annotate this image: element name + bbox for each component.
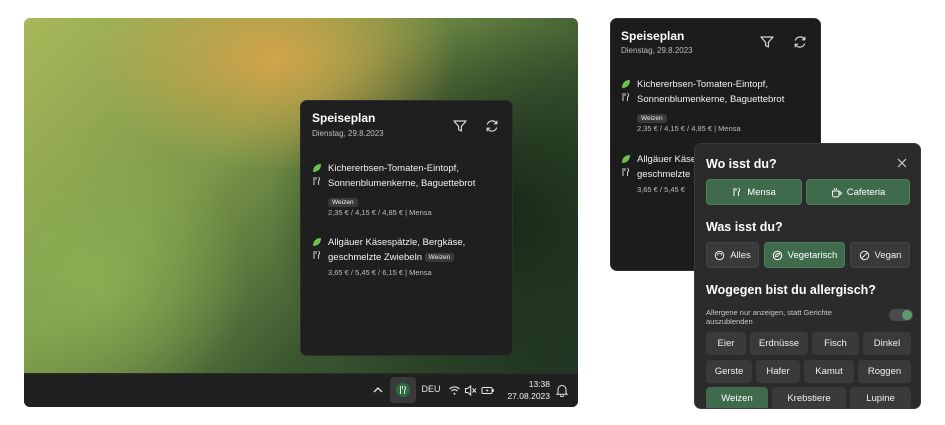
leaf-icon — [313, 238, 321, 246]
vegetarian-icon — [772, 250, 782, 260]
cutlery-icon — [622, 167, 630, 176]
allergen-label: Roggen — [867, 366, 902, 377]
allergen-chip[interactable]: Fisch — [812, 332, 859, 355]
allergen-chip[interactable]: Erdnüsse — [750, 332, 808, 355]
option-vegetarisch[interactable]: Vegetarisch — [764, 242, 845, 268]
meal-price: 2,35 € / 4,15 € / 4,85 € | Mensa — [637, 124, 741, 133]
speiseplan-widget: Speiseplan Dienstag, 29.8.2023 Kichererb… — [300, 100, 513, 356]
option-vegan-label: Vegan — [874, 249, 902, 261]
meal-item[interactable]: Allgäuer Käse geschmelzte 3,65 € / 5,45 … — [621, 154, 701, 202]
cutlery-icon — [313, 250, 321, 259]
stage: { "widget": { "title": "Speiseplan", "da… — [0, 0, 945, 425]
bowl-icon — [715, 250, 725, 260]
allergen-tag: Weizen — [328, 198, 358, 208]
leaf-icon — [622, 80, 630, 88]
where-title: Wo isst du? — [706, 157, 777, 171]
meal-item[interactable]: Allgäuer Käsespätzle, Bergkäse, geschmel… — [312, 237, 507, 285]
filter-icon[interactable] — [758, 33, 776, 51]
allergen-label: Hafer — [766, 366, 790, 377]
what-title: Was isst du? — [706, 220, 783, 234]
widget-title: Speiseplan — [312, 111, 376, 125]
leaf-icon — [313, 164, 321, 172]
allergen-label: Dinkel — [873, 338, 901, 349]
meal-name-line1: Kichererbsen-Tomaten-Eintopf, — [328, 163, 459, 174]
wifi-icon[interactable] — [448, 384, 461, 397]
allergen-label: Erdnüsse — [758, 338, 800, 349]
filter-icon[interactable] — [451, 117, 469, 135]
clock-time: 13:38 — [528, 379, 550, 389]
meal-price: 3,65 € / 5,45 € — [637, 185, 685, 194]
speiseplan-app-icon — [396, 383, 410, 397]
allergen-label: Kamut — [815, 366, 843, 377]
option-cafeteria-label: Cafeteria — [846, 186, 886, 198]
refresh-icon[interactable] — [483, 117, 501, 135]
meal-name-line2: geschmelzte Zwiebeln — [328, 252, 422, 263]
option-vegan[interactable]: Vegan — [850, 242, 910, 268]
meal-name-line2: Sonnenblumenkerne, Baguettebrot — [328, 178, 476, 189]
refresh-icon[interactable] — [791, 33, 809, 51]
filter-dialog: Wo isst du? Mensa Cafeteria Was isst du?… — [694, 143, 921, 409]
notification-bell-icon[interactable] — [555, 383, 569, 397]
meal-name-line1: Kichererbsen-Tomaten-Eintopf, — [637, 79, 768, 90]
clock[interactable]: 13:38 27.08.2023 — [504, 378, 550, 402]
widget-date: Dienstag, 29.8.2023 — [621, 46, 693, 55]
option-alles-label: Alles — [730, 249, 751, 261]
allergen-label: Fisch — [824, 338, 847, 349]
allergen-chip[interactable]: Krebstiere — [772, 387, 846, 408]
allergen-chip[interactable]: Hafer — [756, 360, 800, 383]
allergy-toggle[interactable] — [889, 309, 913, 321]
allergen-chip[interactable]: Lupine — [850, 387, 911, 408]
allergy-note: Allergene nur anzeigen, statt Gerichte a… — [706, 308, 832, 326]
meal-name-line1: Allgäuer Käsespätzle, Bergkäse, — [328, 237, 466, 248]
option-mensa-label: Mensa — [747, 186, 776, 198]
vegan-icon — [859, 250, 869, 260]
meal-name-line2-with-tag: geschmelzte Zwiebeln Weizen — [328, 252, 455, 263]
cutlery-icon — [313, 176, 321, 185]
battery-charging-icon[interactable] — [481, 384, 495, 397]
option-alles[interactable]: Alles — [706, 242, 759, 268]
allergen-chip[interactable]: Weizen — [706, 387, 768, 408]
cutlery-icon — [733, 187, 741, 196]
allergen-label: Gerste — [714, 366, 744, 377]
meal-item[interactable]: Kichererbsen-Tomaten-Eintopf, Sonnenblum… — [312, 163, 507, 223]
allergen-tag: Weizen — [424, 252, 455, 262]
speiseplan-tray-button[interactable] — [390, 377, 416, 403]
allergy-title: Wogegen bist du allergisch? — [706, 283, 876, 297]
allergen-chip[interactable]: Dinkel — [863, 332, 911, 355]
meal-item[interactable]: Kichererbsen-Tomaten-Eintopf, Sonnenblum… — [621, 79, 816, 139]
meal-price: 3,65 € / 5,45 € / 6,15 € | Mensa — [328, 268, 432, 277]
language-indicator[interactable]: DEU — [419, 384, 443, 394]
cutlery-icon — [622, 92, 630, 101]
widget-date: Dienstag, 29.8.2023 — [312, 129, 384, 138]
allergen-tag: Weizen — [637, 114, 667, 124]
leaf-icon — [622, 155, 630, 163]
desktop-screenshot: Speiseplan Dienstag, 29.8.2023 Kichererb… — [24, 18, 578, 407]
toggle-knob — [902, 310, 912, 320]
allergen-chip[interactable]: Eier — [706, 332, 746, 355]
option-vegetarisch-label: Vegetarisch — [787, 249, 838, 261]
taskbar: DEU 13:38 27.08.2023 — [24, 373, 578, 407]
meal-price: 2,35 € / 4,15 € / 4,85 € | Mensa — [328, 208, 432, 217]
allergen-chip[interactable]: Kamut — [804, 360, 854, 383]
chevron-up-icon[interactable] — [370, 382, 386, 398]
meal-name-line2: Sonnenblumenkerne, Baguettebrot — [637, 94, 785, 105]
allergen-label: Lupine — [866, 393, 895, 404]
close-icon[interactable] — [895, 156, 909, 170]
allergen-chip[interactable]: Roggen — [858, 360, 911, 383]
meal-name-line2: geschmelzte — [637, 169, 691, 180]
option-mensa[interactable]: Mensa — [706, 179, 802, 205]
clock-date: 27.08.2023 — [507, 391, 550, 401]
allergen-label: Krebstiere — [787, 393, 831, 404]
option-cafeteria[interactable]: Cafeteria — [806, 179, 910, 205]
allergen-label: Eier — [717, 338, 735, 349]
coffee-icon — [831, 187, 842, 197]
volume-muted-icon[interactable] — [464, 384, 477, 397]
meal-name-line1: Allgäuer Käse — [637, 154, 697, 165]
widget-title: Speiseplan — [621, 29, 685, 43]
allergen-chip[interactable]: Gerste — [706, 360, 752, 383]
allergen-label: Weizen — [721, 393, 753, 404]
